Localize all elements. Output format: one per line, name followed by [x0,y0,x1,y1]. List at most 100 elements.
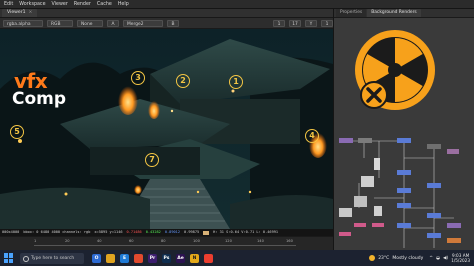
alpha-dropdown[interactable]: None [77,19,103,27]
gamma-field[interactable]: 1 [321,19,333,27]
node[interactable] [427,144,441,149]
marker-1: 1 [229,75,243,89]
menu-help[interactable]: Help [118,0,129,9]
nuke-logo [355,30,435,110]
menu-workspace[interactable]: Workspace [19,0,45,9]
bbox-text: bbox: 0 6480 4000 channels: rgb [23,230,91,234]
input-a-dropdown[interactable]: A [107,19,119,27]
comp-title: Comp [12,89,67,109]
read-node[interactable] [361,176,374,187]
marker-7: 7 [145,153,159,167]
tab-viewer[interactable]: Viewer1 × [2,9,38,17]
color-swatch [203,230,210,235]
node[interactable] [427,233,441,238]
right-tab-strip: Properties Background Renders [334,9,474,18]
volume-icon[interactable]: ◀) [443,256,448,261]
tab-viewer-label: Viewer1 [7,10,26,15]
taskbar-search[interactable]: Type here to search [20,252,84,264]
photoshop-icon[interactable]: Ps [162,253,171,263]
windows-start-icon[interactable] [4,253,14,263]
viewer-tab-strip: Viewer1 × [0,9,333,18]
menu-render[interactable]: Render [74,0,91,9]
node[interactable] [372,223,384,227]
weather-icon [369,255,376,261]
folder-icon[interactable] [106,253,115,263]
media-player-icon[interactable] [204,253,213,263]
node[interactable] [354,223,366,227]
menu-viewer[interactable]: Viewer [52,0,68,9]
after-effects-icon[interactable]: Ae [176,253,185,263]
node[interactable] [397,188,411,193]
node[interactable] [339,232,351,236]
node[interactable] [447,223,461,228]
gamma-label: Y [305,19,317,27]
clock-date: 1/5/2023 [451,258,470,263]
channel-set-dropdown[interactable]: rgba.alpha [3,19,43,27]
viewer-canvas[interactable]: vfx Comp 3 2 1 5 4 7 [0,29,333,229]
vfx-title: vfx [14,69,48,93]
weather-widget[interactable]: 23°C Mostly cloudy [369,255,423,261]
marker-3: 3 [131,71,145,85]
timeline-ruler[interactable]: 1 20 40 60 80 100 120 140 160 [34,239,296,246]
input-b-dropdown[interactable]: B [167,19,179,27]
temperature: 23°C [378,255,390,261]
alpha-value: 0.99875 [184,230,200,234]
node[interactable] [447,149,459,154]
frame-field[interactable]: 17 [289,19,301,27]
green-value: 0.43282 [145,230,161,234]
node[interactable] [427,183,441,188]
viewer-controls: rgba.alpha RGB None A Merge2 B 1 17 Y 1 [0,18,333,29]
night-village-scene [0,29,333,229]
red-value: 0.71486 [126,230,142,234]
clock[interactable]: 9:03 AM 1/5/2023 [451,253,470,263]
tick-label: 100 [193,239,200,243]
format-text: 000x4000 [2,230,20,234]
close-icon[interactable]: × [29,10,33,15]
tab-properties[interactable]: Properties [336,9,367,17]
chrome-icon[interactable] [134,253,143,263]
app-icon[interactable]: O [92,253,101,263]
read-node[interactable] [339,208,352,217]
taskbar: Type here to search O E Pr Ps Ae N 23°C … [0,250,474,266]
chevron-up-icon[interactable]: ^ [429,256,433,261]
node[interactable] [397,170,411,175]
node[interactable] [397,138,411,143]
node[interactable] [447,238,461,243]
tick-label: 20 [65,239,70,243]
tick-label: 60 [129,239,134,243]
tab-background-renders[interactable]: Background Renders [367,9,421,17]
tick-label: 120 [225,239,232,243]
weather-text: Mostly cloudy [392,255,424,261]
blue-value: 0.89012 [164,230,180,234]
menu-edit[interactable]: Edit [4,0,13,9]
tick-label: 140 [257,239,264,243]
marker-2: 2 [176,74,190,88]
viewer-panel: Viewer1 × rgba.alpha RGB None A Merge2 B … [0,9,333,259]
tick-label: 80 [161,239,166,243]
read-node[interactable] [374,158,380,170]
edge-icon[interactable]: E [120,253,129,263]
gain-field[interactable]: 1 [273,19,285,27]
network-icon[interactable]: ◒ [436,256,440,261]
premiere-icon[interactable]: Pr [148,253,157,263]
input-a-node-dropdown[interactable]: Merge2 [123,19,163,27]
node[interactable] [427,213,441,218]
node[interactable] [397,203,411,208]
node[interactable] [358,138,372,143]
menu-bar: Edit Workspace Viewer Render Cache Help [0,0,474,9]
marker-5: 5 [10,125,24,139]
menu-cache[interactable]: Cache [97,0,112,9]
tick-label: 40 [97,239,102,243]
colorspace-dropdown[interactable]: RGB [47,19,73,27]
coords-text: x=5895 y=1146 [94,230,123,234]
tick-label: 1 [34,239,37,243]
nuke-icon[interactable]: N [190,253,199,263]
node[interactable] [339,138,353,143]
read-node[interactable] [374,206,382,216]
system-tray: ^ ◒ ◀) [429,256,448,261]
tick-label: 160 [286,239,293,243]
read-node[interactable] [354,196,367,207]
taskbar-apps: O E Pr Ps Ae N [92,253,213,263]
node[interactable] [397,223,411,228]
pixel-info-bar: 000x4000 bbox: 0 6480 4000 channels: rgb… [0,229,333,236]
